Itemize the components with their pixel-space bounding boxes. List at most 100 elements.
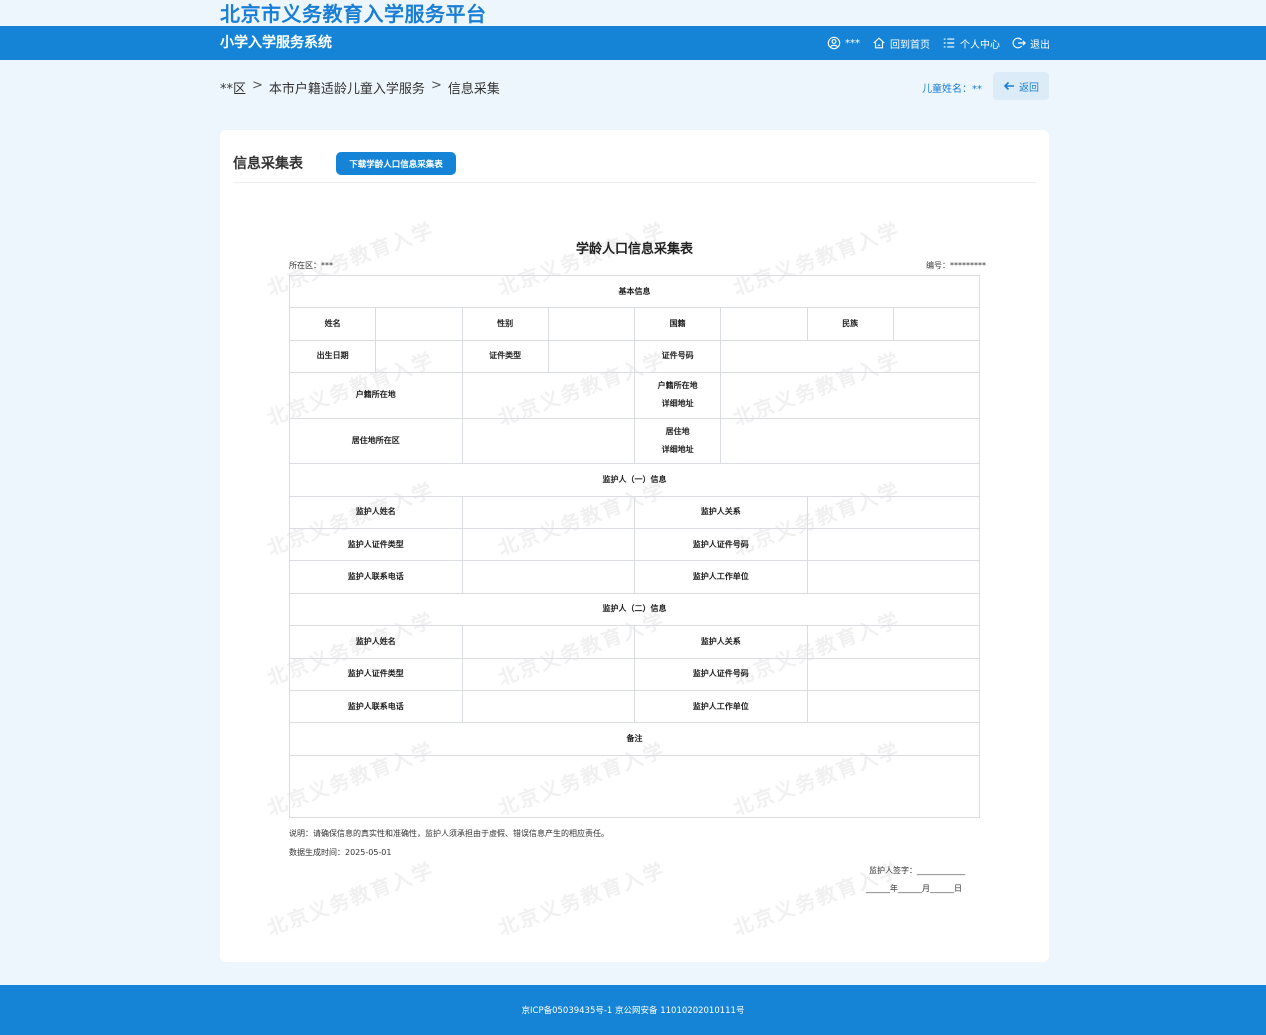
guardian1-id-type-label: 监护人证件类型 [289, 527, 463, 562]
card-divider [233, 182, 1036, 183]
hukou-district-value [461, 372, 635, 419]
platform-title: 北京市义务教育入学服务平台 [220, 2, 487, 26]
breadcrumb-separator: > [430, 78, 442, 93]
hukou-address-value [720, 372, 980, 419]
residence-address-line-1: 居住地 [665, 426, 690, 436]
download-form-button[interactable]: 下载学龄人口信息采集表 [336, 152, 456, 175]
breadcrumb-separator: > [252, 78, 263, 93]
table-row: 出生日期 证件类型 证件号码 [288, 339, 980, 374]
gender-label: 性别 [461, 307, 549, 341]
info-form-table: 基本信息 姓名 性别 国籍 民族 出生日期 证件类型 证件号码 户籍所在地 户籍… [288, 274, 981, 818]
remark-value [289, 754, 980, 818]
breadcrumb-service[interactable]: 本市户籍适龄儿童入学服务 [269, 78, 425, 97]
guardian2-relation-value [806, 625, 980, 659]
breadcrumb-district[interactable]: **区 [220, 78, 246, 97]
back-button[interactable]: 返回 [993, 72, 1049, 100]
signature-date: ______年______月______日 [866, 884, 962, 893]
guardian1-relation-label: 监护人关系 [634, 495, 808, 529]
hukou-address-line-1: 户籍所在地 [657, 381, 698, 391]
table-row: 监护人联系电话 监护人工作单位 [289, 689, 980, 724]
platform-header: 北京市义务教育入学服务平台 [0, 0, 1266, 26]
name-value [375, 307, 463, 341]
breadcrumb-current: 信息采集 [447, 82, 500, 97]
hukou-district-label: 户籍所在地 [289, 372, 463, 419]
generation-time: 数据生成时间：2025-05-01 [289, 848, 392, 857]
form-title: 学龄人口信息采集表 [575, 242, 693, 257]
back-label: 返回 [1019, 82, 1039, 94]
guardian1-id-type-value [461, 527, 635, 562]
list-icon [943, 38, 955, 48]
navbar: 小学入学服务系统 *** 回到首页 个人中心 退出 [0, 26, 1266, 60]
table-row: 户籍所在地 户籍所在地详细地址 [289, 372, 980, 419]
nationality-label: 国籍 [633, 307, 722, 341]
guardian1-name-value [461, 495, 635, 529]
remark-label: 备注 [289, 722, 980, 756]
guardian2-relation-label: 监护人关系 [634, 625, 808, 659]
residence-district-value [461, 417, 635, 465]
guardian1-id-number-label: 监护人证件号码 [634, 527, 808, 562]
breadcrumb: **区 > 本市户籍适龄儿童入学服务 > 信息采集 [220, 78, 500, 97]
table-row: 监护人证件类型 监护人证件号码 [289, 527, 980, 562]
user-icon [827, 36, 841, 50]
logout-link[interactable]: 退出 [1012, 36, 1050, 51]
table-row: 监护人证件类型 监护人证件号码 [289, 657, 980, 691]
residence-address-line-2: 详细地址 [661, 444, 694, 454]
table-row: 监护人联系电话 监护人工作单位 [289, 560, 980, 594]
guardian2-phone-label: 监护人联系电话 [289, 689, 463, 724]
guardian1-phone-value [461, 560, 635, 594]
section-row-guardian2: 监护人（二）信息 [289, 592, 980, 627]
home-label: 回到首页 [890, 39, 930, 51]
section-guardian1: 监护人（一）信息 [289, 463, 980, 497]
residence-district-label: 居住地所在区 [289, 417, 463, 465]
section-basic: 基本信息 [289, 274, 980, 309]
logout-label: 退出 [1030, 39, 1050, 51]
info-collection-card: 信息采集表 下载学龄人口信息采集表 北京义务教育入学 北京义务教育入学 北京义务… [220, 130, 1049, 962]
table-row: 监护人姓名 监护人关系 [289, 495, 980, 529]
hukou-address-line-2: 详细地址 [661, 399, 694, 409]
watermark: 北京义务教育入学 [263, 857, 438, 941]
guardian2-id-type-label: 监护人证件类型 [289, 657, 463, 691]
id-type-value [547, 339, 636, 374]
hukou-address-label: 户籍所在地 详细地址 [633, 372, 722, 419]
guardian1-name-label: 监护人姓名 [289, 495, 463, 529]
guardian2-id-number-value [806, 657, 980, 691]
logout-icon [1012, 37, 1026, 49]
section-row-guardian1: 监护人（一）信息 [289, 463, 980, 497]
ethnicity-label: 民族 [806, 307, 894, 341]
name-label: 姓名 [288, 307, 377, 341]
guardian1-relation-value [806, 495, 980, 529]
guardian2-name-value [461, 625, 635, 659]
serial-number: 编号：********* [926, 261, 986, 270]
home-link[interactable]: 回到首页 [872, 36, 930, 51]
guardian2-work-label: 监护人工作单位 [634, 689, 808, 724]
personal-center-label: 个人中心 [960, 39, 1000, 51]
form-note: 说明：请确保信息的真实性和准确性，监护人须承担由于虚假、错误信息产生的相应责任。 [289, 829, 609, 838]
guardian2-id-type-value [461, 657, 635, 691]
residence-address-value [720, 417, 980, 465]
card-title: 信息采集表 [233, 156, 303, 172]
watermark: 北京义务教育入学 [494, 857, 669, 941]
birth-date-label: 出生日期 [288, 339, 377, 374]
section-guardian2: 监护人（二）信息 [289, 592, 980, 627]
table-row [289, 754, 980, 818]
table-row: 监护人姓名 监护人关系 [289, 625, 980, 659]
id-number-value [720, 339, 980, 374]
guardian1-work-label: 监护人工作单位 [634, 560, 808, 594]
nationality-value [720, 307, 808, 341]
birth-date-value [375, 339, 463, 374]
table-row: 居住地所在区 居住地详细地址 [289, 417, 980, 465]
section-row-basic: 基本信息 [289, 274, 980, 309]
personal-center-link[interactable]: 个人中心 [942, 36, 1000, 51]
guardian1-work-value [806, 560, 980, 594]
id-number-label: 证件号码 [633, 339, 722, 374]
child-name: 儿童姓名：** [922, 84, 982, 95]
guardian-signature: 监护人签字：____________ [869, 866, 965, 875]
guardian1-id-number-value [806, 527, 980, 562]
guardian2-work-value [806, 689, 980, 724]
id-type-label: 证件类型 [461, 339, 549, 374]
home-icon [873, 37, 885, 49]
guardian2-name-label: 监护人姓名 [289, 625, 463, 659]
residence-address-label: 居住地 详细地址 [633, 417, 722, 465]
user-menu[interactable]: *** [827, 36, 860, 50]
nav-right: *** 回到首页 个人中心 退出 [827, 26, 1050, 60]
